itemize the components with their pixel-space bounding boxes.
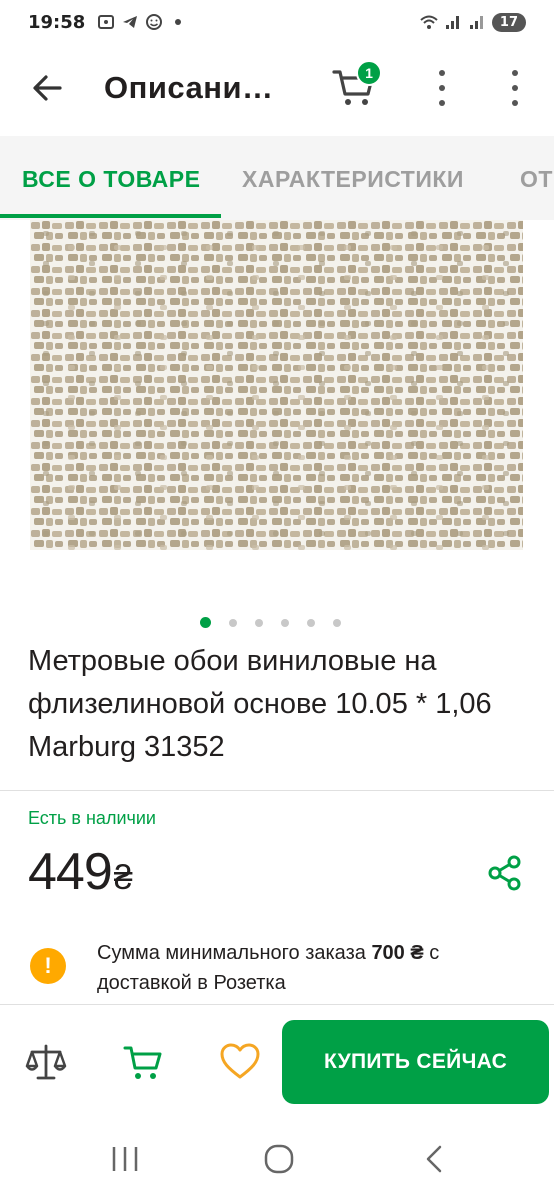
divider <box>0 1004 554 1005</box>
pager-dot[interactable] <box>229 618 237 627</box>
signal-2-icon <box>469 16 483 29</box>
back-arrow-icon[interactable] <box>28 68 68 108</box>
recent-apps-icon[interactable] <box>108 1142 142 1176</box>
product-image[interactable] <box>30 220 523 550</box>
home-icon[interactable] <box>262 1142 296 1176</box>
bottom-action-bar: КУПИТЬ СЕЙЧАС <box>0 1006 554 1116</box>
min-order-text: Сумма минимального заказа 700 ₴ с достав… <box>97 942 440 994</box>
price-value: 449 <box>28 843 113 901</box>
page-title: Описани… <box>104 70 274 105</box>
more-options-icon[interactable] <box>432 70 452 106</box>
price: 449 ₴ <box>28 842 133 902</box>
buy-now-button[interactable]: КУПИТЬ СЕЙЧАС <box>282 1020 549 1104</box>
tab-reviews[interactable]: ОТ <box>520 166 553 193</box>
wifi-icon <box>420 15 438 29</box>
image-pager <box>200 617 341 628</box>
pager-dot[interactable] <box>281 618 289 627</box>
share-icon[interactable] <box>486 854 524 892</box>
compare-scales-icon[interactable] <box>24 1040 68 1084</box>
telegram-icon <box>123 16 138 28</box>
system-back-icon[interactable] <box>418 1142 452 1176</box>
availability-status: Есть в наличии <box>28 808 156 828</box>
pager-dot[interactable] <box>333 618 341 627</box>
pager-dot[interactable] <box>200 617 211 628</box>
status-time: 19:58 <box>28 11 86 33</box>
notification-icons <box>97 13 187 31</box>
add-to-cart-icon[interactable] <box>122 1040 166 1084</box>
battery-indicator: 17 <box>491 12 526 32</box>
dot-icon <box>175 19 182 25</box>
cart-count-badge: 1 <box>356 60 382 86</box>
price-currency: ₴ <box>113 859 133 897</box>
divider <box>0 790 554 791</box>
screenshot-icon <box>98 15 115 29</box>
status-right: 17 <box>420 12 526 32</box>
status-bar: 19:58 17 <box>0 0 554 44</box>
signal-icon <box>445 16 459 29</box>
emoji-icon <box>146 14 163 30</box>
warning-icon: ! <box>30 948 66 984</box>
app-header: Описани… 1 <box>0 44 554 136</box>
tab-all-about-product[interactable]: ВСЕ О ТОВАРЕ <box>22 166 200 193</box>
wallpaper-pattern <box>30 220 523 550</box>
pager-dot[interactable] <box>255 618 263 627</box>
menu-icon[interactable] <box>505 70 525 106</box>
product-title: Метровые обои виниловые на флизелиновой … <box>28 645 492 763</box>
min-order-amount: 700 ₴ <box>371 942 424 964</box>
system-nav-bar <box>0 1116 554 1200</box>
active-tab-indicator <box>0 214 221 218</box>
tab-characteristics[interactable]: ХАРАКТЕРИСТИКИ <box>242 166 464 193</box>
product-tabs: ВСЕ О ТОВАРЕ ХАРАКТЕРИСТИКИ ОТ <box>0 136 554 220</box>
pager-dot[interactable] <box>307 618 315 627</box>
wishlist-heart-icon[interactable] <box>218 1040 262 1084</box>
